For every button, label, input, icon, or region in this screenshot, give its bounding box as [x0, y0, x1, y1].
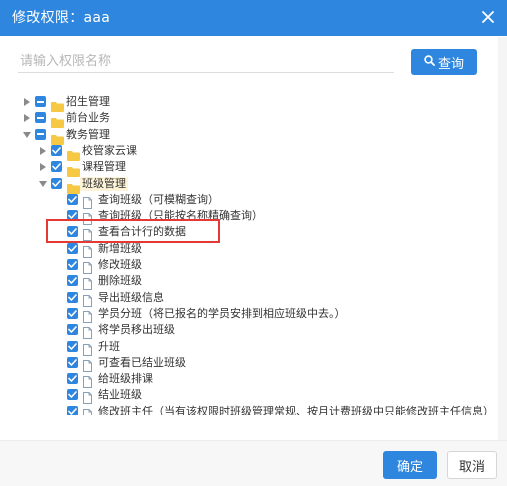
tree-checkbox[interactable] [51, 161, 62, 173]
tree-node[interactable]: 升班 [0, 339, 498, 356]
caret-right-icon[interactable] [22, 97, 32, 107]
tree-node-label: 课程管理 [82, 160, 126, 174]
tree-node-label: 校管家云课 [82, 143, 137, 157]
cancel-button[interactable]: 取消 [447, 451, 497, 479]
tree-checkbox[interactable] [35, 96, 46, 107]
tree-node[interactable]: 班级管理 [0, 176, 498, 194]
tree-node[interactable]: 新增班级 [0, 241, 498, 258]
tree-node-label: 删除班级 [98, 274, 142, 288]
ok-button[interactable]: 确定 [383, 451, 437, 479]
caret-right-icon[interactable] [38, 146, 48, 156]
caret-right-icon[interactable] [22, 113, 32, 123]
file-icon [83, 226, 92, 242]
tree-node[interactable]: 招生管理 [0, 94, 498, 112]
folder-icon [51, 97, 64, 112]
tree-checkbox[interactable] [67, 210, 78, 222]
tree-node-label: 招生管理 [66, 95, 110, 108]
file-icon [83, 243, 92, 258]
file-icon [83, 373, 92, 389]
dialog-title: 修改权限：aaa [12, 10, 111, 26]
folder-icon [51, 113, 64, 129]
tree-node[interactable]: 删除班级 [0, 273, 498, 291]
folder-icon [67, 162, 80, 178]
folder-icon [67, 179, 80, 194]
tree-node-label: 前台业务 [66, 111, 110, 125]
caret-down-icon[interactable] [22, 130, 32, 140]
tree-node[interactable]: 修改班主任（当有该权限时班级管理常规、按月计费班级中只能修改班主任信息） [0, 404, 498, 415]
folder-icon [51, 130, 64, 145]
file-icon [83, 357, 92, 372]
file-icon [83, 324, 92, 340]
folder-icon [67, 146, 80, 161]
tree-node-label: 导出班级信息 [98, 290, 164, 304]
close-icon[interactable] [477, 6, 499, 28]
permission-tree: 招生管理前台业务教务管理校管家云课课程管理班级管理 查询班级（可模糊查询） 查询班级… [0, 93, 498, 415]
file-icon [83, 341, 92, 356]
tree-node-label: 学员分班（将已报名的学员安排到相应班级中去。） [98, 306, 346, 320]
tree-checkbox[interactable] [67, 324, 78, 336]
tree-node-label: 修改班主任（当有该权限时班级管理常规、按月计费班级中只能修改班主任信息） [98, 404, 494, 415]
tree-checkbox[interactable] [67, 356, 78, 368]
tree-checkbox[interactable] [67, 259, 78, 270]
tree-node[interactable]: 导出班级信息 [0, 290, 498, 307]
search-button[interactable]: 查询 [411, 49, 477, 75]
tree-node[interactable]: 给班级排课 [0, 371, 498, 389]
tree-checkbox[interactable] [67, 226, 78, 238]
tree-node[interactable]: 修改班级 [0, 257, 498, 274]
tree-checkbox[interactable] [51, 177, 62, 189]
file-icon [83, 292, 92, 307]
tree-node-label: 查看合计行的数据 [98, 225, 186, 239]
permission-dialog: 修改权限：aaa 查询 招生管理前台业务教务管理校管家云课课程管理班级管理查询班… [0, 0, 507, 486]
tree-node[interactable]: 可查看已结业班级 [0, 355, 498, 372]
tree-checkbox[interactable] [35, 112, 46, 124]
tree-node-label: 教务管理 [66, 127, 110, 141]
file-icon [83, 194, 92, 209]
tree-checkbox[interactable] [67, 193, 78, 205]
tree-node[interactable]: 查询班级（只能按名称精确查询） [0, 208, 498, 226]
tree-node[interactable]: 查看合计行的数据 [0, 224, 498, 242]
tree-node[interactable]: 学员分班（将已报名的学员安排到相应班级中去。） [0, 306, 498, 323]
tree-checkbox[interactable] [35, 128, 46, 140]
tree-node-label: 修改班级 [98, 258, 142, 271]
tree-node-label: 查询班级（只能按名称精确查询） [98, 209, 263, 223]
tree-checkbox[interactable] [67, 373, 78, 385]
tree-node[interactable]: 课程管理 [0, 159, 498, 178]
file-icon [83, 308, 92, 323]
tree-checkbox[interactable] [51, 144, 62, 156]
tree-checkbox[interactable] [67, 405, 78, 415]
tree-node-label: 班级管理 [80, 176, 128, 191]
tree-node[interactable]: 教务管理 [0, 127, 498, 145]
caret-down-icon[interactable] [38, 179, 48, 189]
caret-right-icon[interactable] [38, 162, 48, 172]
search-input[interactable] [18, 50, 394, 73]
tree-node-label: 给班级排课 [98, 372, 153, 386]
tree-checkbox[interactable] [67, 242, 78, 254]
file-icon [83, 275, 92, 291]
tree-node-label: 将学员移出班级 [98, 323, 175, 337]
tree-checkbox[interactable] [67, 389, 78, 401]
tree-node-label: 新增班级 [98, 241, 142, 255]
tree-node-label: 结业班级 [98, 388, 142, 402]
tree-checkbox[interactable] [67, 307, 78, 319]
file-icon [83, 259, 92, 274]
tree-node[interactable]: 结业班级 [0, 387, 498, 405]
vertical-scrollbar[interactable] [498, 37, 507, 440]
search-icon [424, 54, 435, 70]
file-icon [83, 389, 92, 405]
tree-checkbox[interactable] [67, 340, 78, 352]
tree-node[interactable]: 将学员移出班级 [0, 322, 498, 340]
search-button-label: 查询 [437, 56, 464, 72]
file-icon [83, 210, 92, 226]
tree-checkbox[interactable] [67, 291, 78, 303]
tree-node[interactable]: 查询班级（可模糊查询） [0, 192, 498, 209]
dialog-titlebar: 修改权限：aaa [0, 0, 507, 36]
file-icon [83, 406, 92, 415]
tree-node-label: 查询班级（可模糊查询） [98, 192, 219, 206]
tree-node-label: 可查看已结业班级 [98, 355, 186, 369]
tree-node[interactable]: 校管家云课 [0, 143, 498, 161]
tree-node[interactable]: 前台业务 [0, 110, 498, 129]
tree-checkbox[interactable] [67, 275, 78, 287]
tree-node-label: 升班 [98, 339, 120, 353]
